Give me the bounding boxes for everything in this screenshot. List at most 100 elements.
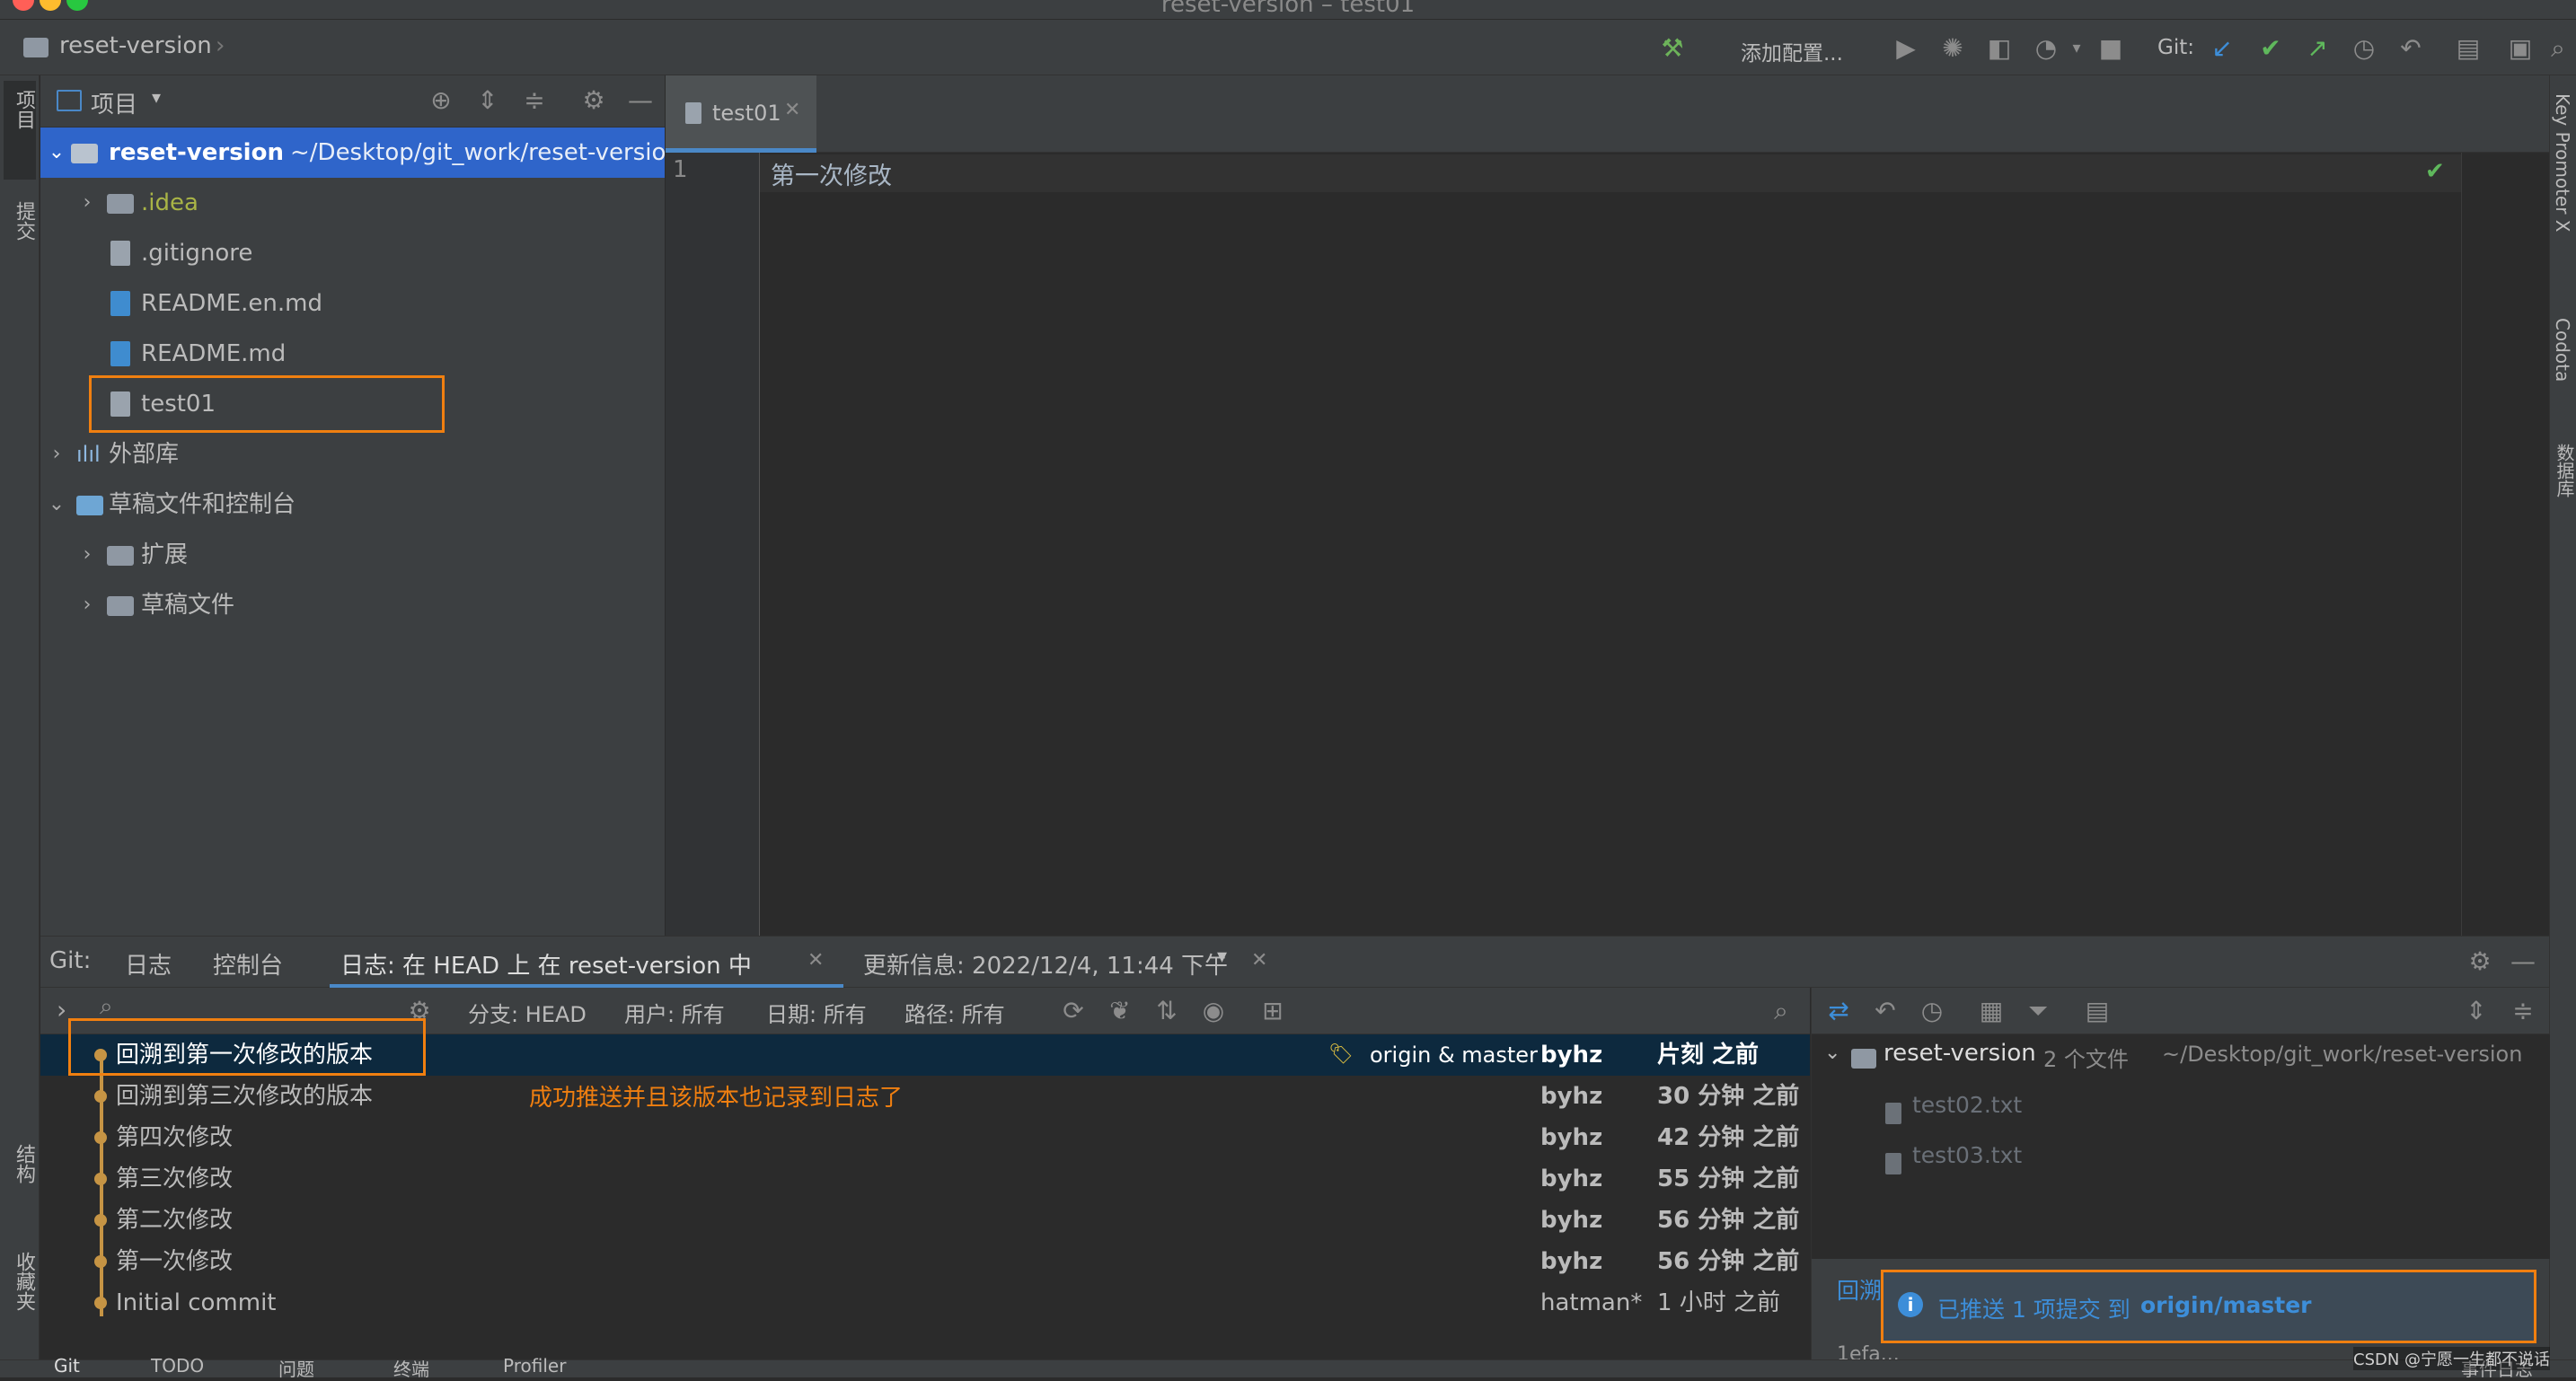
settings-gear-icon[interactable]: ⚙ bbox=[2466, 947, 2494, 976]
tree-item-scratches[interactable]: ⌄ 草稿文件和控制台 bbox=[40, 479, 665, 530]
status-tab-profiler[interactable]: Profiler bbox=[503, 1355, 566, 1377]
commit-row[interactable]: 第四次修改 byhz 42 分钟 之前 bbox=[40, 1117, 1810, 1158]
rollback-icon[interactable]: ↶ bbox=[2396, 34, 2425, 63]
revert-icon[interactable]: ↶ bbox=[1871, 997, 1900, 1025]
project-view-selector[interactable]: 项目 bbox=[91, 86, 137, 119]
hide-panel-icon[interactable]: — bbox=[2509, 947, 2537, 976]
status-tab-todo[interactable]: TODO bbox=[151, 1355, 204, 1377]
diff-arrows-icon[interactable]: ⇄ bbox=[1824, 997, 1853, 1025]
build-hammer-icon[interactable]: ⚒ bbox=[1658, 34, 1687, 63]
dropdown-chevron-icon[interactable]: ▾ bbox=[1217, 946, 1227, 968]
date-filter[interactable]: 日期: 所有 bbox=[766, 997, 867, 1028]
project-structure-icon[interactable]: ▤ bbox=[2454, 34, 2483, 63]
tree-root-reset-version[interactable]: ⌄ reset-version ~/Desktop/git_work/reset… bbox=[40, 128, 681, 178]
commit-message: 回溯到第三次修改的版本 bbox=[116, 1083, 374, 1110]
notification-link[interactable]: origin/master bbox=[2140, 1292, 2312, 1318]
commit-row[interactable]: 第三次修改 byhz 55 分钟 之前 bbox=[40, 1158, 1810, 1200]
changed-file[interactable]: test03.txt bbox=[1912, 1142, 2022, 1168]
push-notification[interactable]: i 已推送 1 项提交 到 origin/master bbox=[1881, 1270, 2536, 1343]
changed-file[interactable]: test02.txt bbox=[1912, 1092, 2022, 1118]
tab-update-info[interactable]: 更新信息: 2022/12/4, 11:44 下午 ▾ ✕ bbox=[822, 937, 1289, 989]
expand-all-icon[interactable]: ⇕ bbox=[2462, 997, 2491, 1025]
status-tab-git[interactable]: Git bbox=[54, 1355, 80, 1377]
commit-row[interactable]: 第一次修改 byhz 56 分钟 之前 bbox=[40, 1241, 1810, 1282]
chevron-down-icon[interactable]: ⌄ bbox=[1824, 1042, 1840, 1064]
close-tab-icon[interactable]: ✕ bbox=[784, 99, 800, 121]
branch-filter[interactable]: 分支: HEAD bbox=[468, 997, 587, 1028]
locate-file-icon[interactable]: ⊕ bbox=[427, 86, 455, 115]
tree-item-scratch-files[interactable]: › 草稿文件 bbox=[40, 580, 665, 630]
group-by-icon[interactable]: ▦ bbox=[1977, 997, 2006, 1025]
navigation-bar: reset-version › ⚒ 添加配置... ▶ ✺ ◧ ◔ ▾ ■ Gi… bbox=[0, 20, 2576, 75]
cherry-pick-icon[interactable]: ❦ bbox=[1106, 997, 1134, 1025]
profile-icon[interactable]: ◔ bbox=[2032, 34, 2060, 63]
collapse-all-icon[interactable]: ≑ bbox=[520, 86, 549, 115]
history-clock-icon[interactable]: ◷ bbox=[2350, 34, 2378, 63]
commit-message: 第二次修改 bbox=[116, 1207, 234, 1234]
commit-row[interactable]: 回溯到第三次修改的版本 byhz 30 分钟 之前 bbox=[40, 1076, 1810, 1117]
debug-icon[interactable]: ✺ bbox=[1938, 34, 1967, 63]
commit-time: 56 分钟 之前 bbox=[1657, 1248, 1800, 1275]
tree-item-readme-en[interactable]: README.en.md bbox=[40, 278, 665, 329]
tree-item-external-libraries[interactable]: › ılıl 外部库 bbox=[40, 429, 665, 479]
expand-branches-chevron-icon[interactable]: › bbox=[57, 995, 66, 1025]
add-configuration-button[interactable]: 添加配置... bbox=[1741, 36, 1843, 66]
editor-tab-test01[interactable]: test01 ✕ bbox=[666, 75, 816, 153]
refresh-icon[interactable]: ⟳ bbox=[1059, 997, 1088, 1025]
history-clock-icon[interactable]: ◷ bbox=[1918, 997, 1946, 1025]
tab-console[interactable]: 控制台 bbox=[213, 947, 283, 981]
user-filter[interactable]: 用户: 所有 bbox=[624, 997, 725, 1028]
settings-gear-icon[interactable]: ⚙ bbox=[579, 86, 608, 115]
project-tool-button[interactable]: 项目 bbox=[4, 81, 36, 180]
expand-all-icon[interactable]: ⇕ bbox=[473, 86, 502, 115]
tree-item-extensions[interactable]: › 扩展 bbox=[40, 530, 665, 580]
coverage-icon[interactable]: ◧ bbox=[1985, 34, 2014, 63]
sort-icon[interactable]: ⇅ bbox=[1152, 997, 1181, 1025]
database-tool-button[interactable]: 数据库 bbox=[2552, 444, 2576, 497]
tree-item-idea[interactable]: › .idea bbox=[40, 178, 665, 228]
structure-tool-button[interactable]: 结构 bbox=[4, 1135, 36, 1234]
breadcrumb[interactable]: reset-version bbox=[59, 32, 212, 59]
view-dropdown-chevron-icon[interactable]: ▾ bbox=[152, 86, 161, 108]
path-filter[interactable]: 路径: 所有 bbox=[904, 997, 1005, 1028]
show-details-eye-icon[interactable]: ◉ bbox=[1199, 997, 1228, 1025]
favorites-tool-button[interactable]: 收藏夹 bbox=[4, 1243, 36, 1359]
inspection-ok-check-icon[interactable]: ✔ bbox=[2425, 158, 2445, 185]
run-icon[interactable]: ▶ bbox=[1892, 34, 1920, 63]
editor-right-margin bbox=[2461, 153, 2549, 936]
layout-icon[interactable]: ▤ bbox=[2083, 997, 2112, 1025]
tab-log-head[interactable]: 日志: 在 HEAD 上 在 reset-version 中 ✕ bbox=[330, 937, 843, 989]
changes-repo-name[interactable]: reset-version bbox=[1883, 1040, 2036, 1067]
tree-item-readme[interactable]: README.md bbox=[40, 329, 665, 379]
chevron-right-icon[interactable]: › bbox=[78, 530, 96, 580]
editor-area[interactable] bbox=[760, 153, 2461, 936]
editor-line-text[interactable]: 第一次修改 bbox=[771, 156, 892, 191]
chevron-right-icon[interactable]: › bbox=[78, 580, 96, 630]
close-tab-icon[interactable]: ✕ bbox=[1251, 949, 1267, 972]
hide-panel-icon[interactable]: — bbox=[626, 86, 655, 115]
codota-tool-button[interactable]: Codota bbox=[2552, 318, 2573, 382]
collapse-all-icon[interactable]: ≑ bbox=[2509, 997, 2537, 1025]
search-everywhere-icon[interactable]: ⌕ bbox=[2544, 34, 2572, 63]
update-project-icon[interactable]: ↙ bbox=[2208, 34, 2236, 63]
key-promoter-tool-button[interactable]: Key Promoter X bbox=[2552, 93, 2573, 233]
commit-author: byhz bbox=[1540, 1124, 1603, 1151]
chevron-down-icon[interactable]: ⌄ bbox=[48, 479, 66, 530]
presentation-icon[interactable]: ▣ bbox=[2506, 34, 2535, 63]
filter-funnel-icon[interactable]: ⏷ bbox=[2024, 997, 2052, 1025]
commit-row[interactable]: Initial commit hatman* 1 小时 之前 bbox=[40, 1282, 1810, 1324]
chevron-right-icon[interactable]: › bbox=[78, 178, 96, 228]
tree-item-gitignore[interactable]: .gitignore bbox=[40, 228, 665, 278]
commit-tool-button[interactable]: 提交 bbox=[4, 192, 36, 291]
chevron-right-icon[interactable]: › bbox=[48, 429, 66, 479]
commit-row[interactable]: 第二次修改 byhz 56 分钟 之前 bbox=[40, 1200, 1810, 1241]
stop-icon[interactable]: ■ bbox=[2096, 34, 2125, 63]
commit-check-icon[interactable]: ✔ bbox=[2256, 34, 2285, 63]
go-to-hash-icon[interactable]: ⊞ bbox=[1258, 997, 1287, 1025]
commit-time: 30 分钟 之前 bbox=[1657, 1083, 1800, 1110]
chevron-down-icon[interactable]: ⌄ bbox=[48, 128, 66, 178]
push-icon[interactable]: ↗ bbox=[2303, 34, 2332, 63]
more-run-options-icon[interactable]: ▾ bbox=[2062, 34, 2091, 63]
search-icon[interactable]: ⌕ bbox=[1767, 997, 1795, 1025]
tab-log[interactable]: 日志 bbox=[125, 947, 172, 981]
